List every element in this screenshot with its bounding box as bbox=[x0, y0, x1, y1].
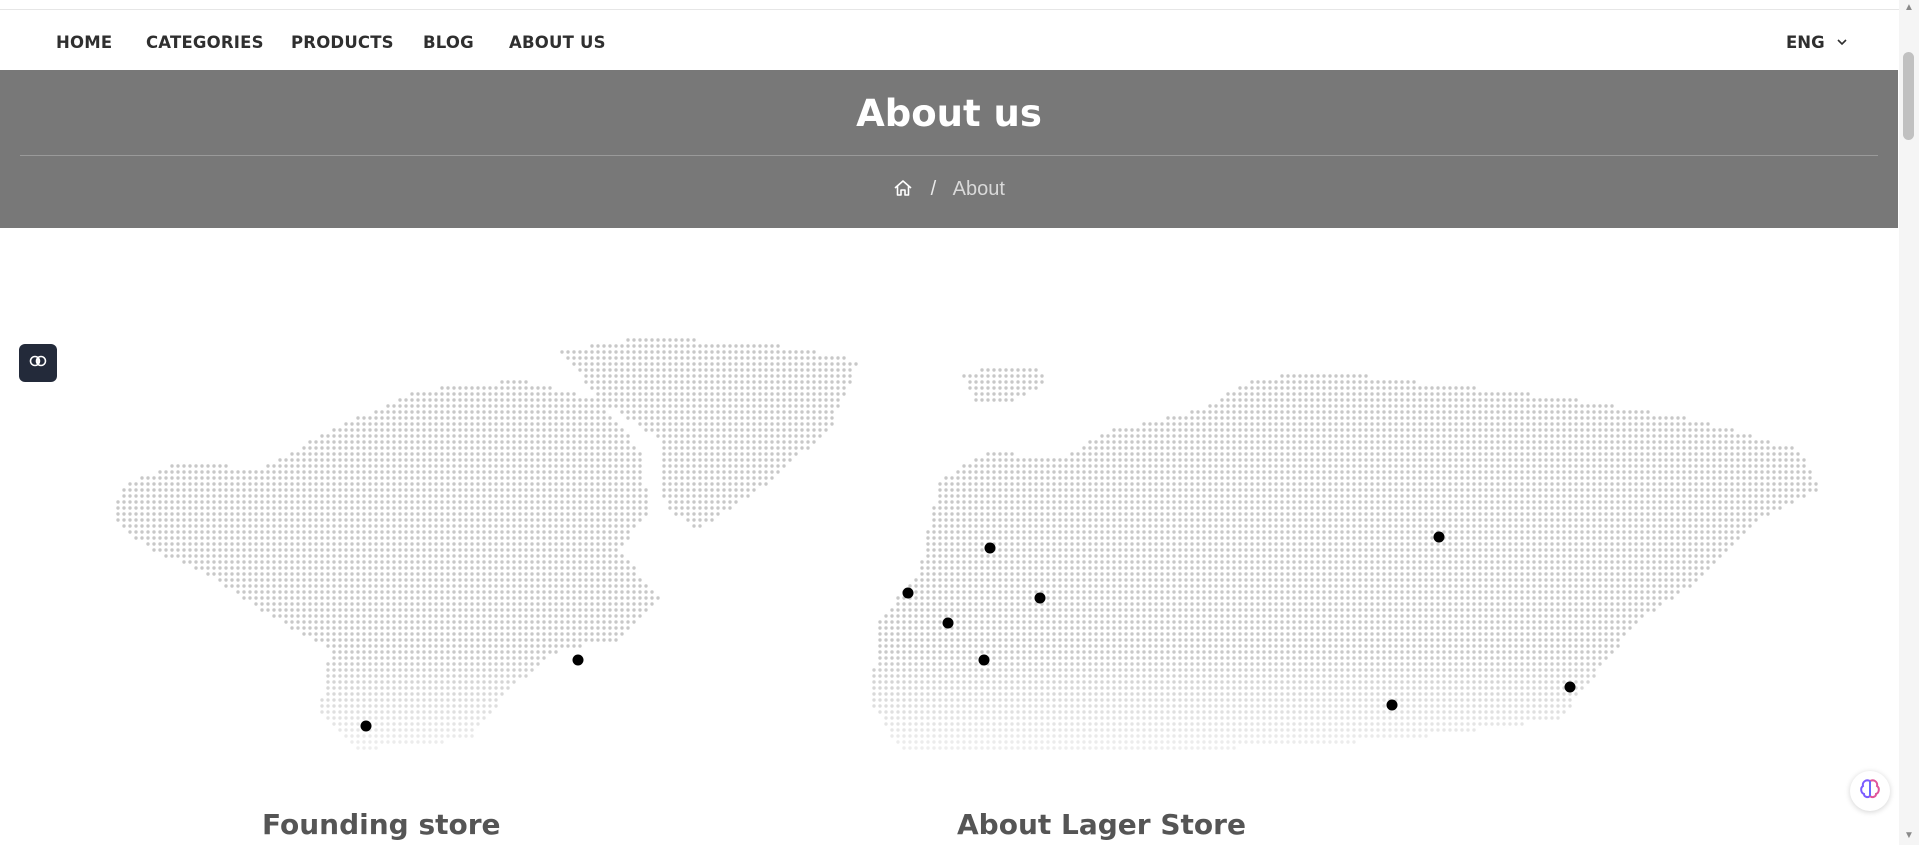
nav-categories[interactable]: CATEGORIES bbox=[146, 33, 264, 52]
home-icon[interactable] bbox=[893, 178, 913, 204]
language-selector[interactable]: ENG bbox=[1786, 33, 1848, 52]
store-marker[interactable] bbox=[572, 654, 584, 666]
about-store-title: About Lager Store bbox=[957, 808, 1246, 841]
scrollbar-thumb[interactable] bbox=[1903, 52, 1914, 140]
world-dot-map bbox=[116, 338, 1818, 750]
scroll-up-arrow[interactable]: ▲ bbox=[1904, 2, 1914, 13]
page-title: About us bbox=[856, 92, 1042, 135]
store-marker[interactable] bbox=[1386, 699, 1398, 711]
store-marker[interactable] bbox=[902, 587, 914, 599]
scroll-down-arrow[interactable]: ▼ bbox=[1904, 830, 1914, 841]
breadcrumb-separator: / bbox=[930, 178, 937, 200]
breadcrumb: / About bbox=[0, 178, 1898, 204]
breadcrumb-current: About bbox=[952, 178, 1005, 200]
page-header-banner: About us / About bbox=[0, 70, 1898, 228]
store-marker[interactable] bbox=[1433, 531, 1445, 543]
language-label: ENG bbox=[1786, 33, 1825, 52]
nav-home[interactable]: HOME bbox=[56, 33, 112, 52]
main-navigation: HOME CATEGORIES PRODUCTS BLOG ABOUT US E… bbox=[0, 10, 1899, 70]
nav-blog[interactable]: BLOG bbox=[423, 33, 474, 52]
store-marker[interactable] bbox=[984, 542, 996, 554]
nav-products[interactable]: PRODUCTS bbox=[291, 33, 394, 52]
nav-about-us[interactable]: ABOUT US bbox=[509, 33, 606, 52]
brain-icon bbox=[1858, 777, 1882, 806]
founding-store-title: Founding store bbox=[262, 808, 501, 841]
store-marker[interactable] bbox=[978, 654, 990, 666]
store-marker[interactable] bbox=[360, 720, 372, 732]
store-marker[interactable] bbox=[942, 617, 954, 629]
chevron-down-icon bbox=[1836, 33, 1848, 52]
assistant-button[interactable] bbox=[1850, 771, 1890, 811]
store-marker[interactable] bbox=[1034, 592, 1046, 604]
header-divider bbox=[20, 155, 1878, 156]
store-marker[interactable] bbox=[1564, 681, 1576, 693]
map-land-dots bbox=[116, 338, 1818, 750]
